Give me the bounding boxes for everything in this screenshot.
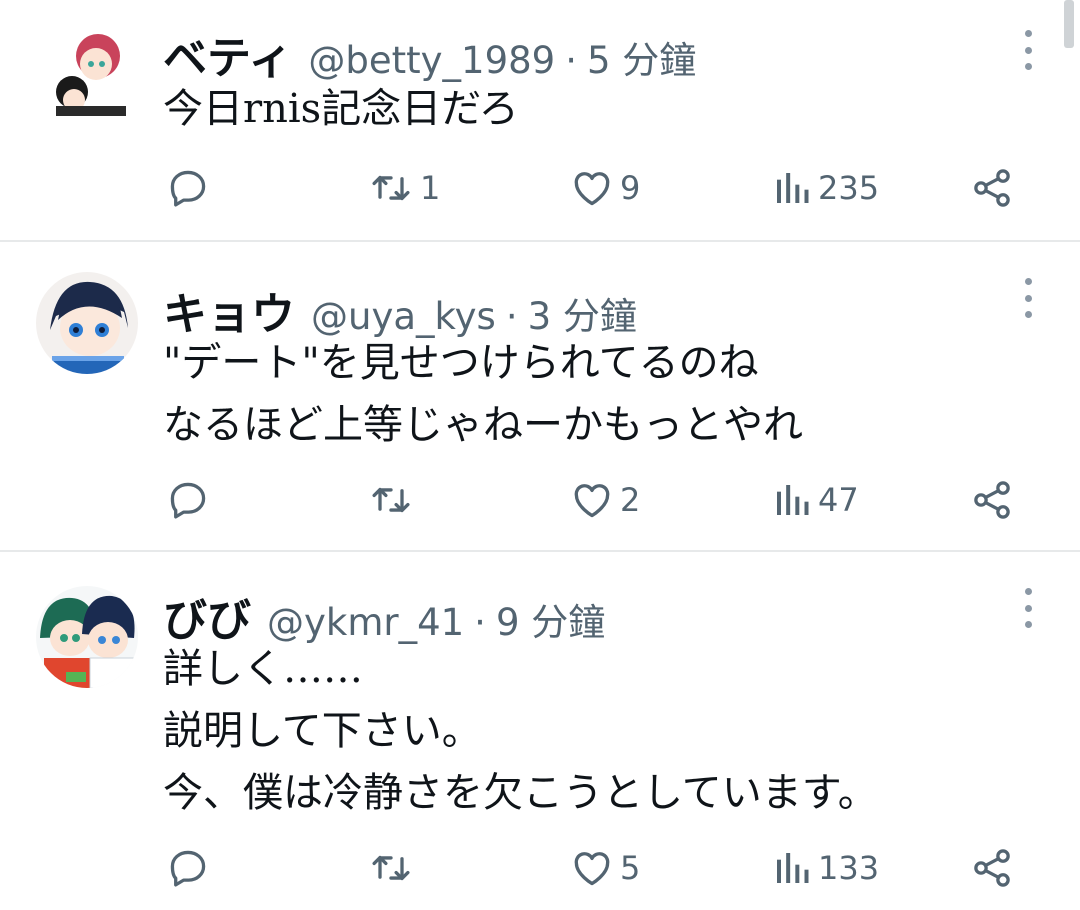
tweet-text-line: なるほど上等じゃねーかもっとやれ	[163, 402, 803, 448]
separator: ·	[565, 39, 577, 82]
tweet-text-line: 詳しく……	[163, 646, 363, 692]
tweet-header: ベティ @betty_1989 · 5 分鐘	[163, 22, 696, 86]
share-button[interactable]	[970, 838, 1014, 898]
views-icon	[777, 485, 809, 515]
retweet-icon	[372, 855, 410, 881]
tweet-item[interactable]: ベティ @betty_1989 · 5 分鐘 今日rnis記念日だろ 1 9 2…	[0, 0, 1080, 240]
views-icon	[777, 173, 809, 203]
view-count: 133	[818, 849, 880, 887]
more-icon[interactable]	[1020, 278, 1036, 318]
like-button[interactable]: 2	[570, 470, 640, 530]
like-count: 9	[620, 169, 641, 207]
views-button[interactable]: 133	[772, 838, 879, 898]
reply-button[interactable]	[166, 838, 210, 898]
tweet-item[interactable]: キョウ @uya_kys · 3 分鐘 "デート"を見せつけられてるのね なるほ…	[0, 242, 1080, 550]
tweet-text: "デート"を見せつけられてるのね なるほど上等じゃねーかもっとやれ	[163, 332, 803, 456]
share-button[interactable]	[970, 470, 1014, 530]
heart-icon	[574, 484, 610, 518]
view-count: 47	[818, 481, 859, 519]
views-button[interactable]: 235	[772, 158, 879, 218]
action-bar: 5 133	[0, 838, 1080, 898]
tweet-text: 詳しく…… 説明して下さい。 今、僕は冷静さを欠こうとしています。	[163, 638, 878, 824]
views-button[interactable]: 47	[772, 470, 859, 530]
heart-icon	[574, 172, 610, 206]
more-icon[interactable]	[1020, 588, 1036, 628]
action-bar: 2 47	[0, 470, 1080, 530]
timestamp[interactable]: 5 分鐘	[587, 30, 696, 84]
reply-button[interactable]	[166, 158, 210, 218]
retweet-icon	[372, 175, 410, 201]
avatar[interactable]	[36, 16, 138, 118]
like-button[interactable]: 9	[570, 158, 640, 218]
action-bar: 1 9 235	[0, 158, 1080, 218]
reply-icon	[170, 482, 206, 519]
avatar[interactable]	[36, 586, 138, 688]
retweet-button[interactable]	[368, 470, 420, 530]
views-icon	[777, 853, 809, 883]
tweet-text-line: "デート"を見せつけられてるのね	[163, 340, 759, 386]
user-handle[interactable]: @betty_1989	[308, 39, 555, 82]
like-count: 2	[620, 481, 641, 519]
heart-icon	[574, 852, 610, 886]
reply-button[interactable]	[166, 470, 210, 530]
avatar[interactable]	[36, 272, 138, 374]
reply-icon	[170, 170, 206, 207]
tweet-text-line: 今、僕は冷静さを欠こうとしています。	[163, 770, 878, 816]
share-icon	[974, 169, 1010, 207]
tweet-text: 今日rnis記念日だろ	[163, 78, 519, 140]
retweet-count: 1	[420, 169, 441, 207]
reply-icon	[170, 850, 206, 887]
more-icon[interactable]	[1020, 30, 1036, 70]
retweet-button[interactable]	[368, 838, 420, 898]
retweet-button[interactable]: 1	[368, 158, 440, 218]
like-count: 5	[620, 849, 641, 887]
tweet-text-line: 説明して下さい。	[163, 708, 482, 754]
retweet-icon	[372, 487, 410, 513]
display-name[interactable]: ベティ	[163, 22, 292, 86]
share-button[interactable]	[970, 158, 1014, 218]
tweet-item[interactable]: びび @ykmr_41 · 9 分鐘 詳しく…… 説明して下さい。 今、僕は冷静…	[0, 552, 1080, 910]
like-button[interactable]: 5	[570, 838, 640, 898]
tweet-text-line: 今日rnis記念日だろ	[163, 86, 519, 132]
share-icon	[974, 481, 1010, 519]
share-icon	[974, 849, 1010, 887]
view-count: 235	[818, 169, 880, 207]
